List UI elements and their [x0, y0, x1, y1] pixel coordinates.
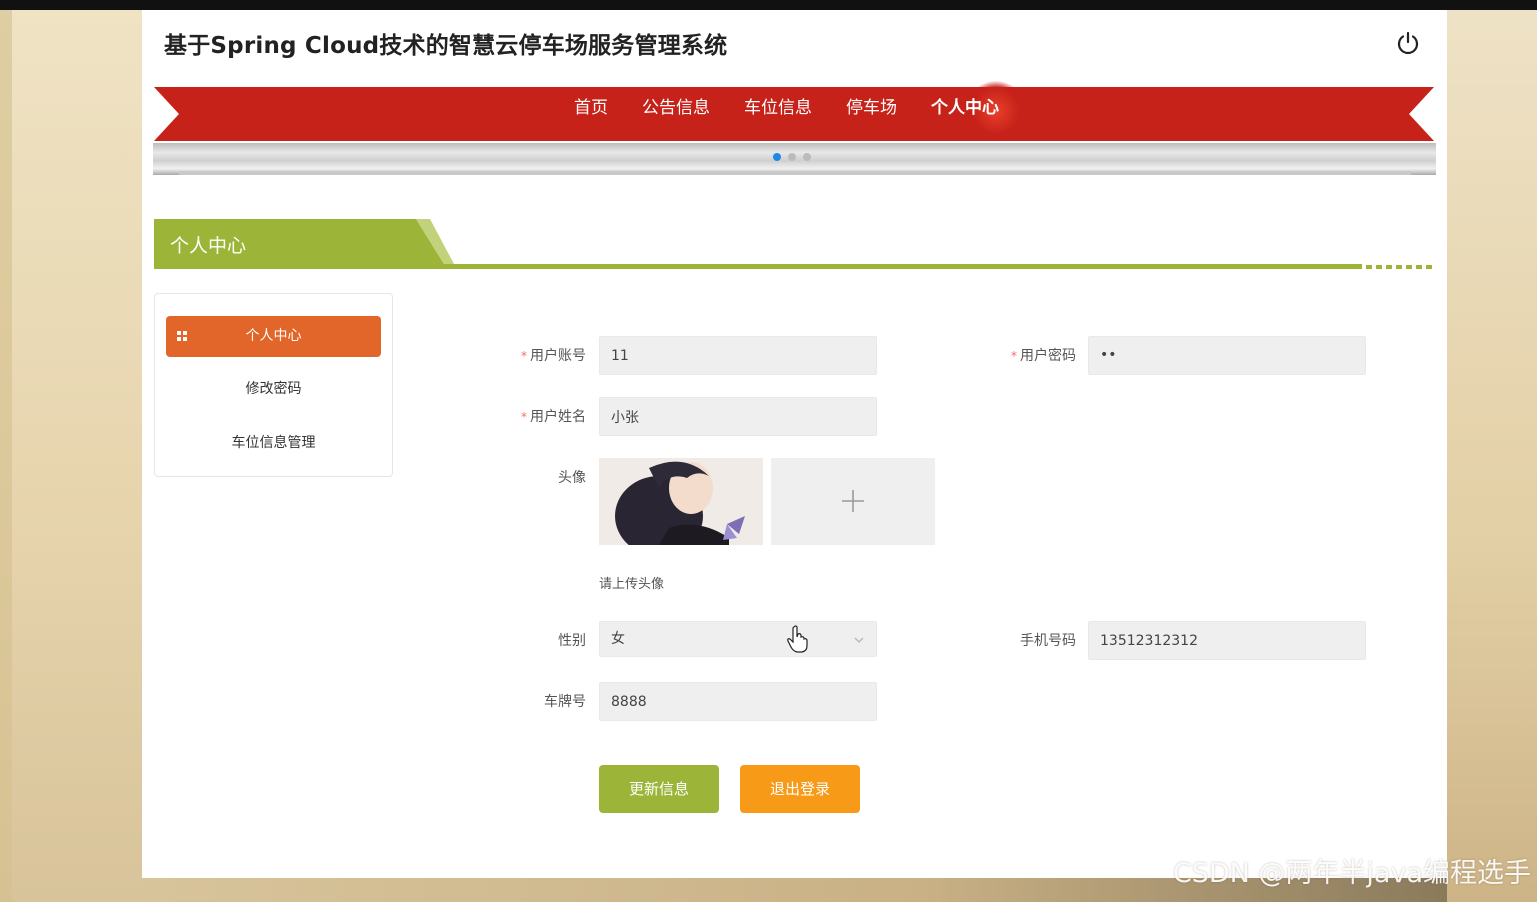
avatar-upload-button[interactable] — [771, 458, 935, 545]
sidebar-item-parking-space-management[interactable]: 车位信息管理 — [166, 423, 381, 464]
chevron-down-icon — [854, 637, 864, 643]
window-top-edge — [0, 0, 1537, 10]
plate-input[interactable] — [599, 682, 877, 721]
avatar-image[interactable] — [599, 458, 763, 545]
carousel-dot[interactable] — [788, 153, 796, 161]
avatar-portrait — [599, 458, 763, 545]
sidebar-item-personal-center[interactable]: 个人中心 — [166, 316, 381, 357]
sidebar-item-change-password[interactable]: 修改密码 — [166, 369, 381, 410]
section-header-shape — [154, 219, 1432, 269]
carousel-dot[interactable] — [773, 153, 781, 161]
section-title: 个人中心 — [170, 235, 247, 257]
nav-menu: 首页 公告信息 车位信息 停车场 个人中心 — [558, 96, 1017, 120]
avatar-label: 头像 — [558, 470, 586, 486]
account-input[interactable] — [599, 336, 877, 375]
sidebar-item-label: 车位信息管理 — [231, 435, 316, 451]
nav-item-notices[interactable]: 公告信息 — [626, 96, 726, 120]
update-info-button[interactable]: 更新信息 — [599, 765, 719, 813]
carousel-dot[interactable] — [803, 153, 811, 161]
avatar-hint: 请上传头像 — [599, 577, 665, 592]
nav-item-parking-spaces[interactable]: 车位信息 — [728, 96, 828, 120]
nav-item-home[interactable]: 首页 — [558, 96, 624, 120]
page-background-left — [0, 10, 142, 902]
gender-value: 女 — [611, 631, 625, 647]
name-input[interactable] — [599, 397, 877, 436]
page-background-right — [1447, 10, 1537, 902]
plus-icon — [842, 490, 864, 512]
top-navigation: 首页 公告信息 车位信息 停车场 个人中心 — [154, 81, 1434, 143]
logout-button[interactable]: 退出登录 — [740, 765, 860, 813]
gender-select[interactable]: 女 — [599, 621, 877, 657]
carousel-indicators — [773, 153, 811, 161]
sidebar-menu: 个人中心 修改密码 车位信息管理 — [154, 293, 393, 477]
site-title: 基于Spring Cloud技术的智慧云停车场服务管理系统 — [164, 33, 728, 59]
password-label: * 用户密码 — [1011, 348, 1076, 364]
watermark: CSDN @两年半java编程选手 — [1172, 858, 1531, 889]
main-panel: 基于Spring Cloud技术的智慧云停车场服务管理系统 首页 公告信息 车位… — [142, 10, 1447, 878]
nav-item-parking-lot[interactable]: 停车场 — [830, 96, 913, 120]
phone-label: 手机号码 — [1020, 633, 1076, 649]
sidebar-item-label: 修改密码 — [245, 381, 302, 397]
gender-label: 性别 — [558, 633, 586, 649]
phone-input[interactable] — [1088, 621, 1366, 660]
account-label: * 用户账号 — [521, 348, 586, 364]
grid-icon — [177, 331, 187, 341]
plate-label: 车牌号 — [544, 694, 586, 710]
nav-item-personal-center[interactable]: 个人中心 — [915, 96, 1015, 120]
power-icon[interactable] — [1395, 30, 1421, 56]
section-header: 个人中心 — [154, 219, 1437, 271]
password-input[interactable]: •• — [1088, 336, 1366, 375]
sidebar-item-label: 个人中心 — [245, 328, 302, 344]
hand-cursor-icon — [787, 625, 808, 653]
name-label: * 用户姓名 — [521, 409, 586, 425]
